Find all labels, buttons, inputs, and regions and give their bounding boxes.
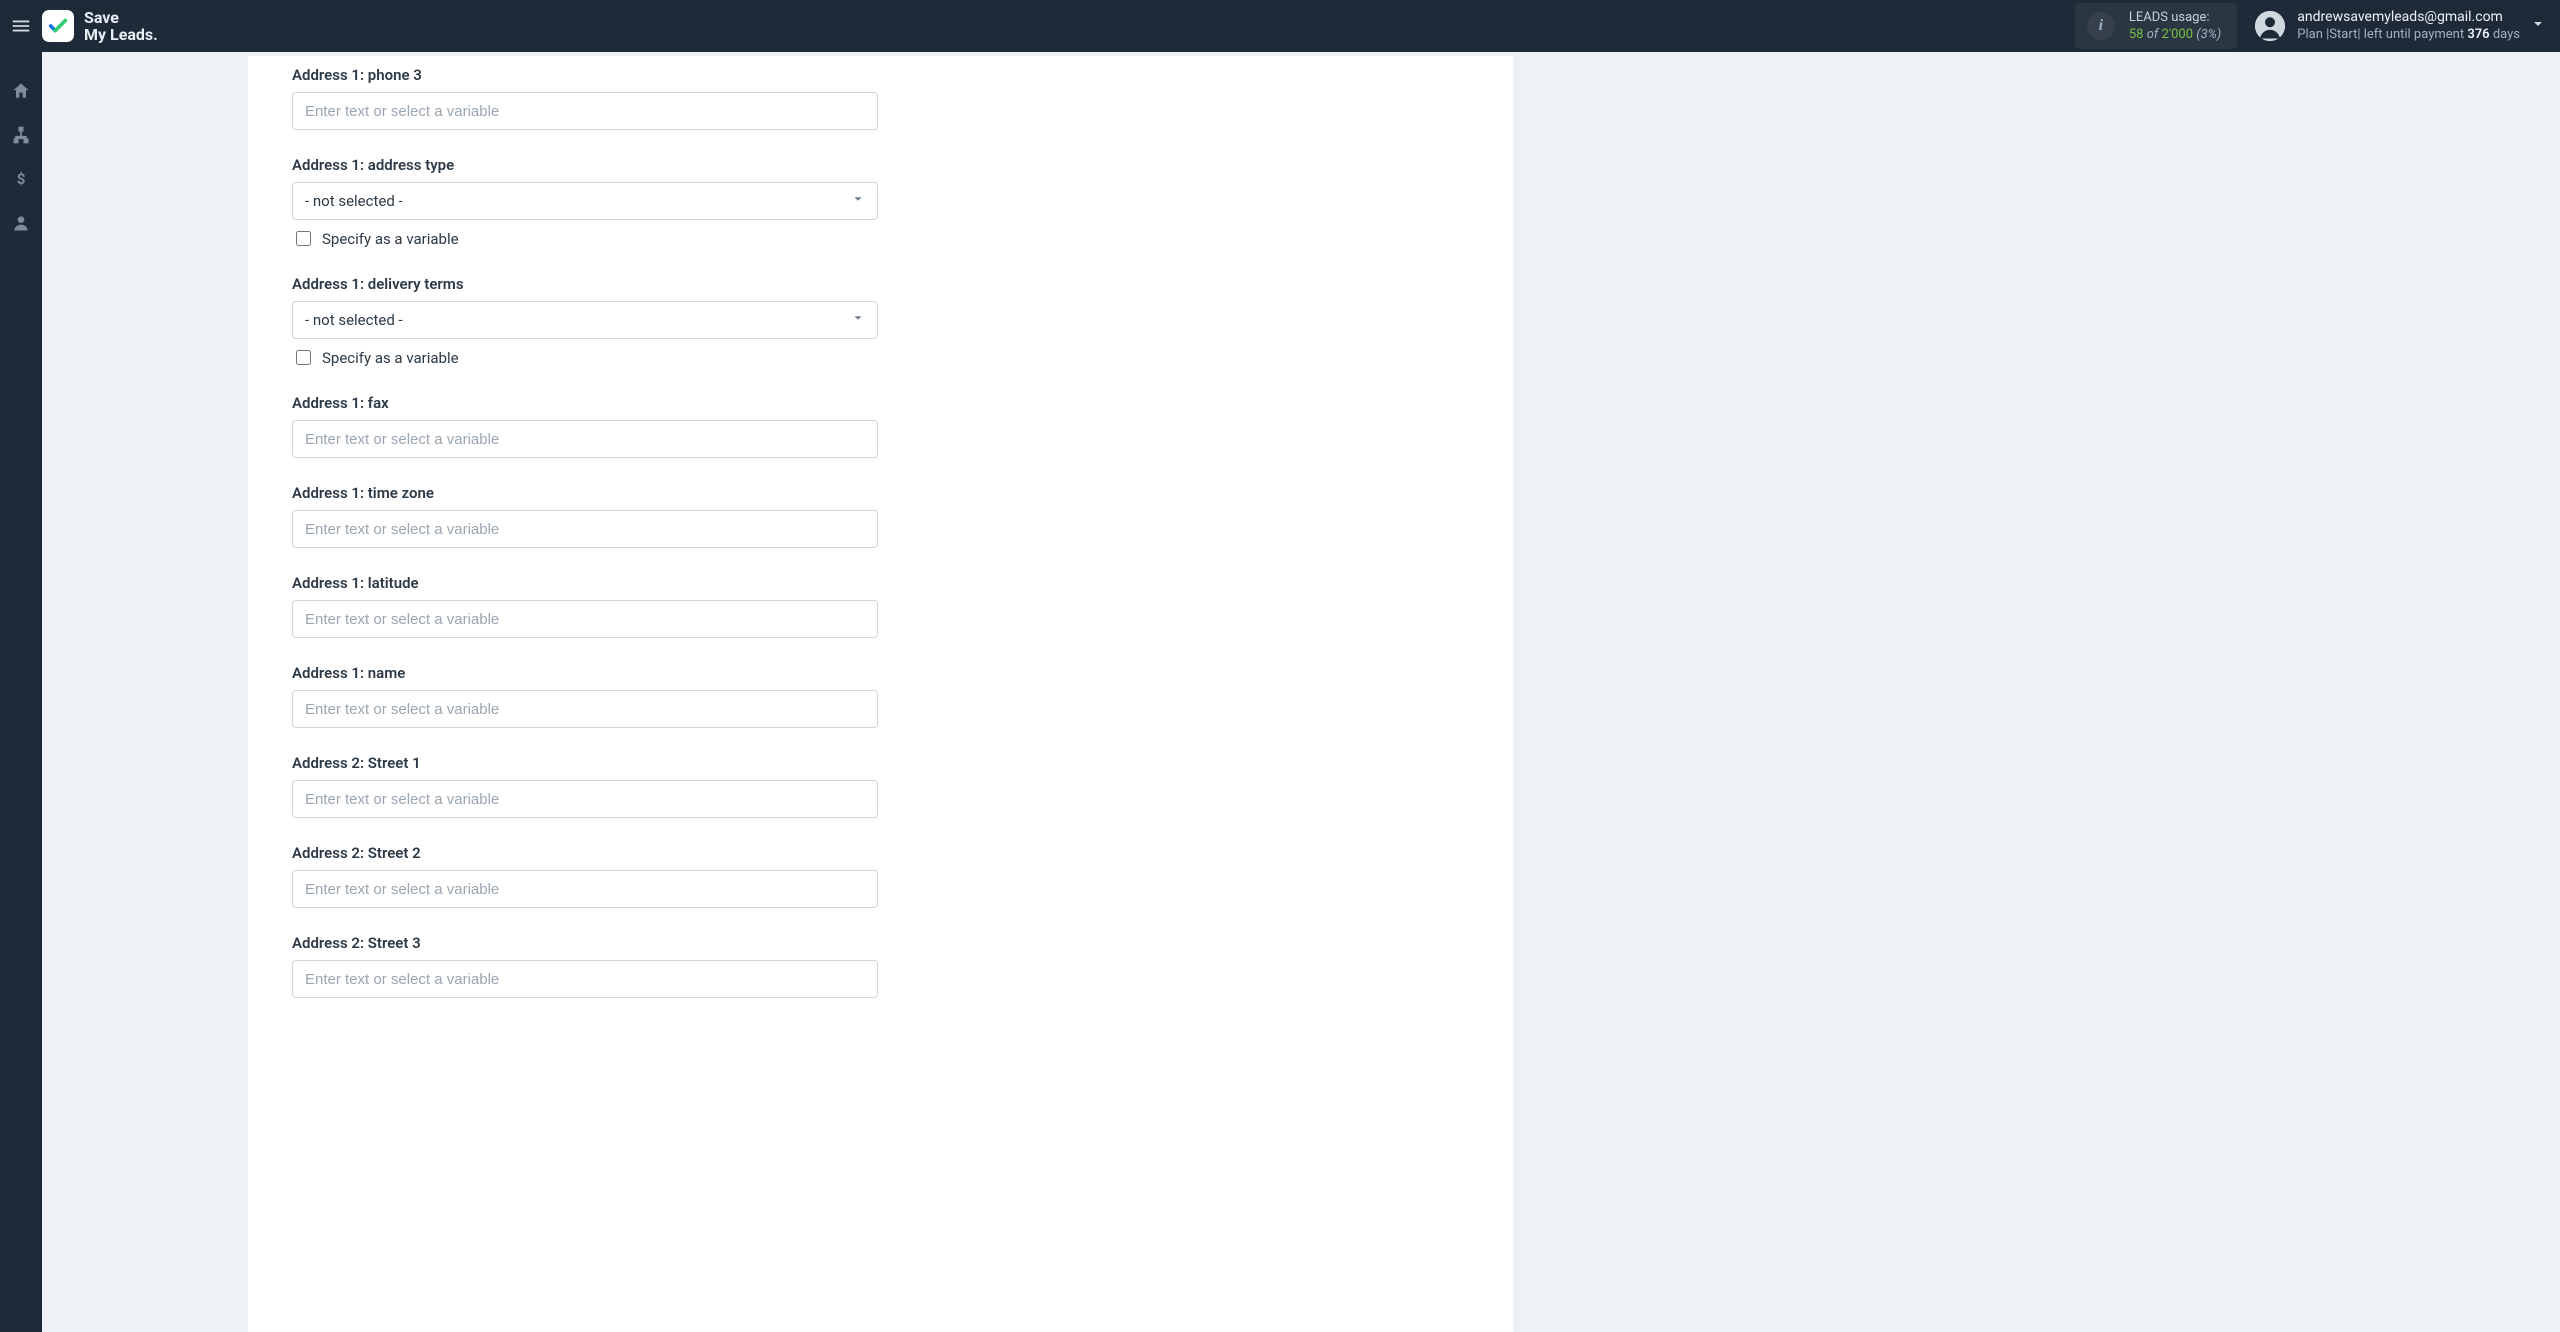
brand[interactable]: Save My Leads. [42, 9, 158, 43]
field-label: Address 2: Street 1 [292, 754, 878, 772]
user-info: andrewsavemyleads@gmail.com Plan |Start|… [2297, 9, 2520, 43]
menu-toggle[interactable] [0, 0, 42, 52]
field-label: Address 1: address type [292, 156, 878, 174]
input-addr1_phone3[interactable] [292, 92, 878, 130]
plan-days-suffix: days [2490, 27, 2520, 42]
usage-current: 58 [2129, 27, 2144, 42]
input-addr2_street1[interactable] [292, 780, 878, 818]
form-panel: Address 1: phone 3 Address 1: address typ… [248, 56, 1513, 1332]
plan-prefix: Plan |Start| left until payment [2297, 27, 2467, 42]
usage-title: LEADS usage: [2129, 9, 2221, 26]
avatar-icon [2255, 11, 2285, 41]
input-addr1_latitude[interactable] [292, 600, 878, 638]
field-addr2_street2: Address 2: Street 2 [292, 822, 878, 908]
input-addr2_street3[interactable] [292, 960, 878, 998]
field-label: Address 2: Street 3 [292, 934, 878, 952]
select-addr1_address_type[interactable]: - not selected - [292, 182, 878, 220]
field-addr1_phone3: Address 1: phone 3 [292, 56, 878, 130]
field-label: Address 1: name [292, 664, 878, 682]
specify-variable-addr1_delivery[interactable]: Specify as a variable [292, 347, 878, 368]
specify-variable-label: Specify as a variable [322, 230, 459, 248]
specify-variable-checkbox[interactable] [296, 350, 311, 365]
input-addr2_street2[interactable] [292, 870, 878, 908]
leads-usage-box[interactable]: i LEADS usage: 58 of 2'000 (3%) [2075, 3, 2237, 49]
svg-text:$: $ [17, 170, 26, 188]
field-addr1_delivery: Address 1: delivery terms - not selected … [292, 253, 878, 368]
sidebar-account[interactable] [10, 212, 32, 234]
field-addr2_street3: Address 2: Street 3 [292, 912, 878, 998]
field-label: Address 1: time zone [292, 484, 878, 502]
field-label: Address 1: latitude [292, 574, 878, 592]
topbar-expand[interactable] [2530, 16, 2546, 36]
field-addr1_fax: Address 1: fax [292, 372, 878, 458]
specify-variable-checkbox[interactable] [296, 231, 311, 246]
topbar: Save My Leads. i LEADS usage: 58 of 2'00… [0, 0, 2560, 52]
chevron-down-icon [2530, 16, 2546, 32]
user-plan: Plan |Start| left until payment 376 days [2297, 26, 2520, 43]
field-addr1_name: Address 1: name [292, 642, 878, 728]
input-addr1_timezone[interactable] [292, 510, 878, 548]
info-icon: i [2087, 12, 2115, 40]
select-addr1_delivery[interactable]: - not selected - [292, 301, 878, 339]
sidebar: $ [0, 52, 42, 1332]
field-label: Address 1: fax [292, 394, 878, 412]
input-addr1_name[interactable] [292, 690, 878, 728]
sidebar-connections[interactable] [10, 124, 32, 146]
user-menu[interactable]: andrewsavemyleads@gmail.com Plan |Start|… [2255, 9, 2520, 43]
user-icon [11, 213, 31, 233]
sidebar-home[interactable] [10, 80, 32, 102]
sitemap-icon [11, 125, 31, 145]
usage-of: of [2147, 27, 2159, 42]
field-addr1_timezone: Address 1: time zone [292, 462, 878, 548]
field-addr1_address_type: Address 1: address type - not selected - S… [292, 134, 878, 249]
leads-usage-text: LEADS usage: 58 of 2'000 (3%) [2129, 9, 2221, 43]
field-addr1_latitude: Address 1: latitude [292, 552, 878, 638]
hamburger-icon [10, 15, 32, 37]
brand-logo-icon [42, 10, 74, 42]
field-label: Address 2: Street 2 [292, 844, 878, 862]
field-label: Address 1: phone 3 [292, 60, 878, 84]
specify-variable-addr1_address_type[interactable]: Specify as a variable [292, 228, 878, 249]
field-label: Address 1: delivery terms [292, 275, 878, 293]
usage-total: 2'000 [2162, 27, 2194, 42]
home-icon [11, 81, 31, 101]
dollar-icon: $ [11, 169, 31, 189]
user-email: andrewsavemyleads@gmail.com [2297, 9, 2520, 26]
form-column: Address 1: phone 3 Address 1: address typ… [292, 56, 878, 998]
plan-days: 376 [2467, 27, 2489, 42]
input-addr1_fax[interactable] [292, 420, 878, 458]
select-value: - not selected - [305, 311, 403, 329]
brand-line1: Save [84, 9, 158, 26]
select-value: - not selected - [305, 192, 403, 210]
app-body: $ Address 1: phone 3 Address 1: address t… [0, 52, 2560, 1332]
brand-line2: My Leads. [84, 26, 158, 43]
content-scroll[interactable]: Address 1: phone 3 Address 1: address typ… [42, 52, 2560, 1332]
sidebar-billing[interactable]: $ [10, 168, 32, 190]
usage-percent: (3%) [2196, 27, 2221, 42]
specify-variable-label: Specify as a variable [322, 349, 459, 367]
brand-name: Save My Leads. [84, 9, 158, 43]
chevron-down-icon [851, 311, 865, 329]
chevron-down-icon [851, 192, 865, 210]
field-addr2_street1: Address 2: Street 1 [292, 732, 878, 818]
